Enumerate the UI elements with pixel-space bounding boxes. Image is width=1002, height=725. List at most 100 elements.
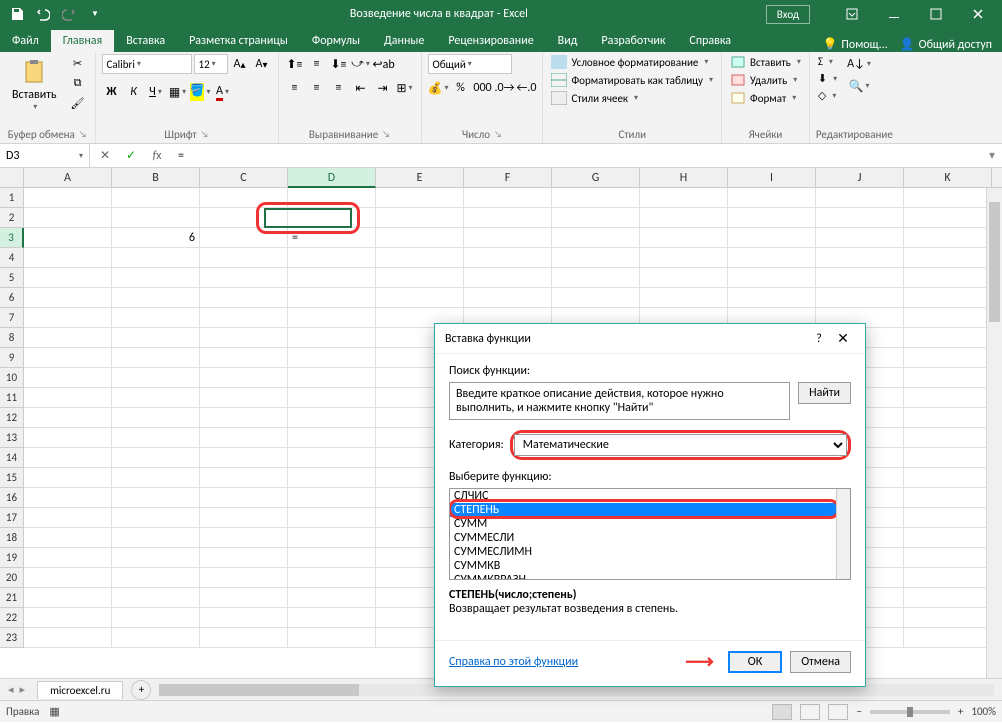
formula-input[interactable]	[172, 144, 982, 167]
font-color-icon[interactable]: A▾	[212, 82, 232, 102]
cell[interactable]	[904, 588, 992, 608]
ribbon-tab-справка[interactable]: Справка	[677, 30, 743, 52]
sort-filter-icon[interactable]: A↓▾	[847, 54, 871, 74]
cell[interactable]	[24, 508, 112, 528]
cell[interactable]	[24, 528, 112, 548]
font-size-select[interactable]: 12▾	[194, 54, 228, 74]
function-list-item[interactable]: СУММКВРАЗН	[450, 573, 836, 580]
col-header[interactable]: C	[200, 168, 288, 188]
cell[interactable]	[200, 328, 288, 348]
cell[interactable]	[904, 428, 992, 448]
launcher-icon[interactable]: ↘	[79, 129, 87, 140]
cell[interactable]	[640, 208, 728, 228]
row-header[interactable]: 15	[0, 468, 24, 488]
cell[interactable]	[112, 528, 200, 548]
cell[interactable]	[728, 288, 816, 308]
cell[interactable]	[904, 508, 992, 528]
cell[interactable]	[200, 368, 288, 388]
cell[interactable]	[200, 388, 288, 408]
cell[interactable]	[552, 248, 640, 268]
cell[interactable]	[288, 608, 376, 628]
delete-cells-button[interactable]: Удалить▾	[728, 72, 803, 88]
search-function-input[interactable]: Введите краткое описание действия, котор…	[449, 382, 790, 420]
cell[interactable]	[904, 548, 992, 568]
cell[interactable]	[288, 308, 376, 328]
indent-dec-icon[interactable]: ⇤	[351, 78, 371, 98]
row-header[interactable]: 1	[0, 188, 24, 208]
cancel-formula-icon[interactable]: ✕	[96, 147, 114, 165]
ribbon-options-icon[interactable]	[832, 0, 872, 28]
expand-formula-bar-icon[interactable]: ▾	[982, 148, 1002, 163]
cell[interactable]	[112, 308, 200, 328]
launcher-icon[interactable]: ↘	[494, 129, 502, 140]
cell[interactable]	[816, 208, 904, 228]
cell[interactable]: =	[288, 228, 376, 248]
cell[interactable]	[112, 628, 200, 648]
tell-me[interactable]: 💡Помощ...	[822, 37, 887, 52]
cell[interactable]	[24, 548, 112, 568]
login-button[interactable]: Вход	[766, 5, 810, 24]
cell[interactable]	[728, 268, 816, 288]
insert-cells-button[interactable]: Вставить▾	[728, 54, 803, 70]
row-header[interactable]: 13	[0, 428, 24, 448]
cell[interactable]	[904, 188, 992, 208]
dialog-titlebar[interactable]: Вставка функции ? ✕	[435, 324, 865, 354]
cell[interactable]	[200, 588, 288, 608]
cell[interactable]	[288, 468, 376, 488]
cell[interactable]	[112, 348, 200, 368]
cell[interactable]	[200, 408, 288, 428]
cell[interactable]	[464, 228, 552, 248]
inc-decimal-icon[interactable]: .0→	[494, 78, 514, 98]
col-header[interactable]: L	[992, 168, 1002, 188]
launcher-icon[interactable]: ↘	[201, 129, 209, 140]
number-format-select[interactable]: Общий▾	[428, 54, 512, 74]
cell[interactable]	[200, 568, 288, 588]
cell[interactable]	[816, 228, 904, 248]
vertical-scrollbar[interactable]	[986, 188, 1002, 678]
insert-function-icon[interactable]: fx	[148, 147, 166, 165]
cell[interactable]	[376, 188, 464, 208]
cut-icon[interactable]: ✂	[67, 54, 89, 72]
cell[interactable]	[24, 608, 112, 628]
cell[interactable]	[200, 508, 288, 528]
wrap-text-icon[interactable]: ↩ab	[373, 54, 395, 74]
cell[interactable]	[376, 208, 464, 228]
format-as-table-button[interactable]: Форматировать как таблицу▾	[549, 72, 715, 88]
cell[interactable]	[904, 248, 992, 268]
ribbon-tab-главная[interactable]: Главная	[51, 30, 114, 52]
zoom-in-icon[interactable]: +	[958, 705, 963, 718]
cell[interactable]	[112, 428, 200, 448]
cell[interactable]	[112, 388, 200, 408]
cell[interactable]	[112, 328, 200, 348]
cell[interactable]	[112, 548, 200, 568]
cell[interactable]: 6	[112, 228, 200, 248]
cell[interactable]	[288, 508, 376, 528]
merge-icon[interactable]: ⊞▾	[395, 78, 415, 98]
row-header[interactable]: 12	[0, 408, 24, 428]
col-header[interactable]: H	[640, 168, 728, 188]
row-header[interactable]: 7	[0, 308, 24, 328]
percent-icon[interactable]: %	[450, 78, 470, 98]
clear-button[interactable]: ◇▾	[816, 88, 839, 103]
zoom-level[interactable]: 100%	[971, 705, 996, 718]
function-list-item[interactable]: СЛЧИС	[450, 489, 836, 503]
cell[interactable]	[904, 528, 992, 548]
cell[interactable]	[24, 348, 112, 368]
cell[interactable]	[112, 588, 200, 608]
cell[interactable]	[200, 208, 288, 228]
row-header[interactable]: 20	[0, 568, 24, 588]
cell[interactable]	[24, 588, 112, 608]
row-header[interactable]: 11	[0, 388, 24, 408]
cell[interactable]	[288, 288, 376, 308]
cell[interactable]	[112, 248, 200, 268]
category-select[interactable]: Математические	[514, 434, 847, 456]
cell[interactable]	[24, 368, 112, 388]
cell[interactable]	[464, 188, 552, 208]
cell[interactable]	[288, 628, 376, 648]
select-all-corner[interactable]	[0, 168, 24, 188]
cell-styles-button[interactable]: Стили ячеек▾	[549, 90, 715, 106]
cell[interactable]	[464, 248, 552, 268]
ok-button[interactable]: ОК	[728, 651, 782, 673]
cell[interactable]	[200, 488, 288, 508]
cell[interactable]	[904, 408, 992, 428]
